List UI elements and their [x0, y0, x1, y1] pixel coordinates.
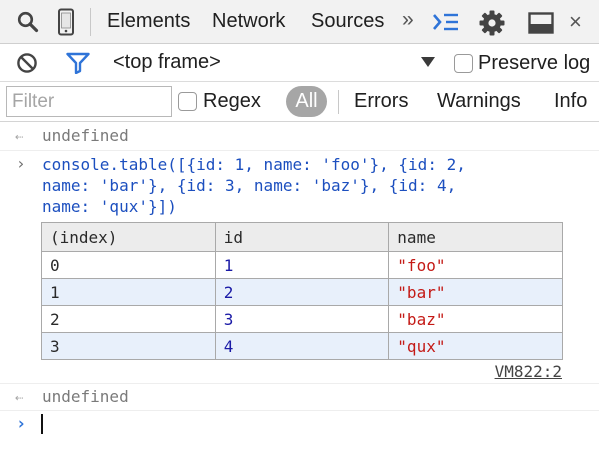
command-line-3: name: 'qux'}]): [42, 197, 177, 216]
command-arrow-icon: ›: [16, 154, 26, 173]
filter-input[interactable]: [6, 86, 172, 117]
dock-icon[interactable]: [528, 12, 554, 34]
chevron-down-icon[interactable]: [421, 57, 435, 67]
cell-name: "baz": [388, 305, 563, 333]
cell-id: 3: [214, 305, 390, 333]
filter-icon[interactable]: [66, 52, 90, 74]
filter-bar: Regex All Errors Warnings Info: [0, 82, 599, 122]
cell-index: 2: [41, 305, 216, 333]
preserve-log-checkbox[interactable]: [454, 54, 473, 73]
tab-sources[interactable]: Sources: [311, 10, 384, 33]
console-result: undefined: [42, 126, 129, 145]
column-header-index[interactable]: (index): [41, 222, 216, 252]
cell-id: 1: [214, 251, 390, 279]
close-icon[interactable]: ×: [569, 9, 582, 35]
level-warnings-button[interactable]: Warnings: [437, 90, 521, 113]
cell-index: 3: [41, 332, 216, 360]
cell-name: "foo": [388, 251, 563, 279]
command-line-2: name: 'bar'}, {id: 3, name: 'baz'}, {id:…: [42, 176, 457, 195]
column-header-name[interactable]: name: [388, 222, 563, 252]
console-table: (index) id name 0 1 "foo" 1 2 "bar" 2 3 …: [41, 222, 563, 360]
table-row: 1 2 "bar": [41, 278, 563, 306]
level-all-button[interactable]: All: [286, 86, 327, 117]
more-tabs-button[interactable]: »: [402, 8, 414, 32]
console-toolbar: <top frame> Preserve log: [0, 44, 599, 82]
result-arrow-icon: ⇠: [15, 129, 24, 145]
table-row: 0 1 "foo": [41, 251, 563, 279]
clear-console-icon[interactable]: [16, 52, 38, 74]
preserve-log-label[interactable]: Preserve log: [478, 52, 590, 75]
message-divider: [0, 150, 599, 151]
search-icon[interactable]: [17, 11, 39, 33]
filter-separator: [338, 90, 339, 114]
toolbar-separator: [90, 8, 91, 36]
command-line-1: console.table([{id: 1, name: 'foo'}, {id…: [42, 155, 466, 174]
cell-name: "qux": [388, 332, 563, 360]
cell-index: 1: [41, 278, 216, 306]
cell-id: 4: [214, 332, 390, 360]
regex-checkbox[interactable]: [178, 92, 197, 111]
table-row: 3 4 "qux": [41, 332, 563, 360]
message-divider: [0, 383, 599, 384]
devtools-main-toolbar: Elements Network Sources » ×: [0, 0, 599, 44]
source-link[interactable]: VM822:2: [495, 362, 562, 381]
frame-context-select[interactable]: <top frame>: [113, 51, 221, 74]
console-drawer-icon[interactable]: [432, 12, 460, 32]
table-header-row: (index) id name: [41, 222, 563, 252]
cell-name: "bar": [388, 278, 563, 306]
message-divider: [0, 410, 599, 411]
prompt-arrow-icon: ›: [16, 414, 27, 434]
tab-network[interactable]: Network: [212, 10, 285, 33]
tab-elements[interactable]: Elements: [107, 10, 190, 33]
console-prompt-input[interactable]: [41, 414, 43, 434]
level-info-button[interactable]: Info: [554, 90, 587, 113]
console-result: undefined: [42, 387, 129, 406]
cell-index: 0: [41, 251, 216, 279]
level-errors-button[interactable]: Errors: [354, 90, 408, 113]
table-row: 2 3 "baz": [41, 305, 563, 333]
column-header-id[interactable]: id: [214, 222, 390, 252]
regex-label[interactable]: Regex: [203, 90, 261, 113]
device-mode-icon[interactable]: [56, 8, 76, 36]
gear-icon[interactable]: [479, 10, 505, 36]
result-arrow-icon: ⇠: [15, 390, 24, 406]
cell-id: 2: [214, 278, 390, 306]
